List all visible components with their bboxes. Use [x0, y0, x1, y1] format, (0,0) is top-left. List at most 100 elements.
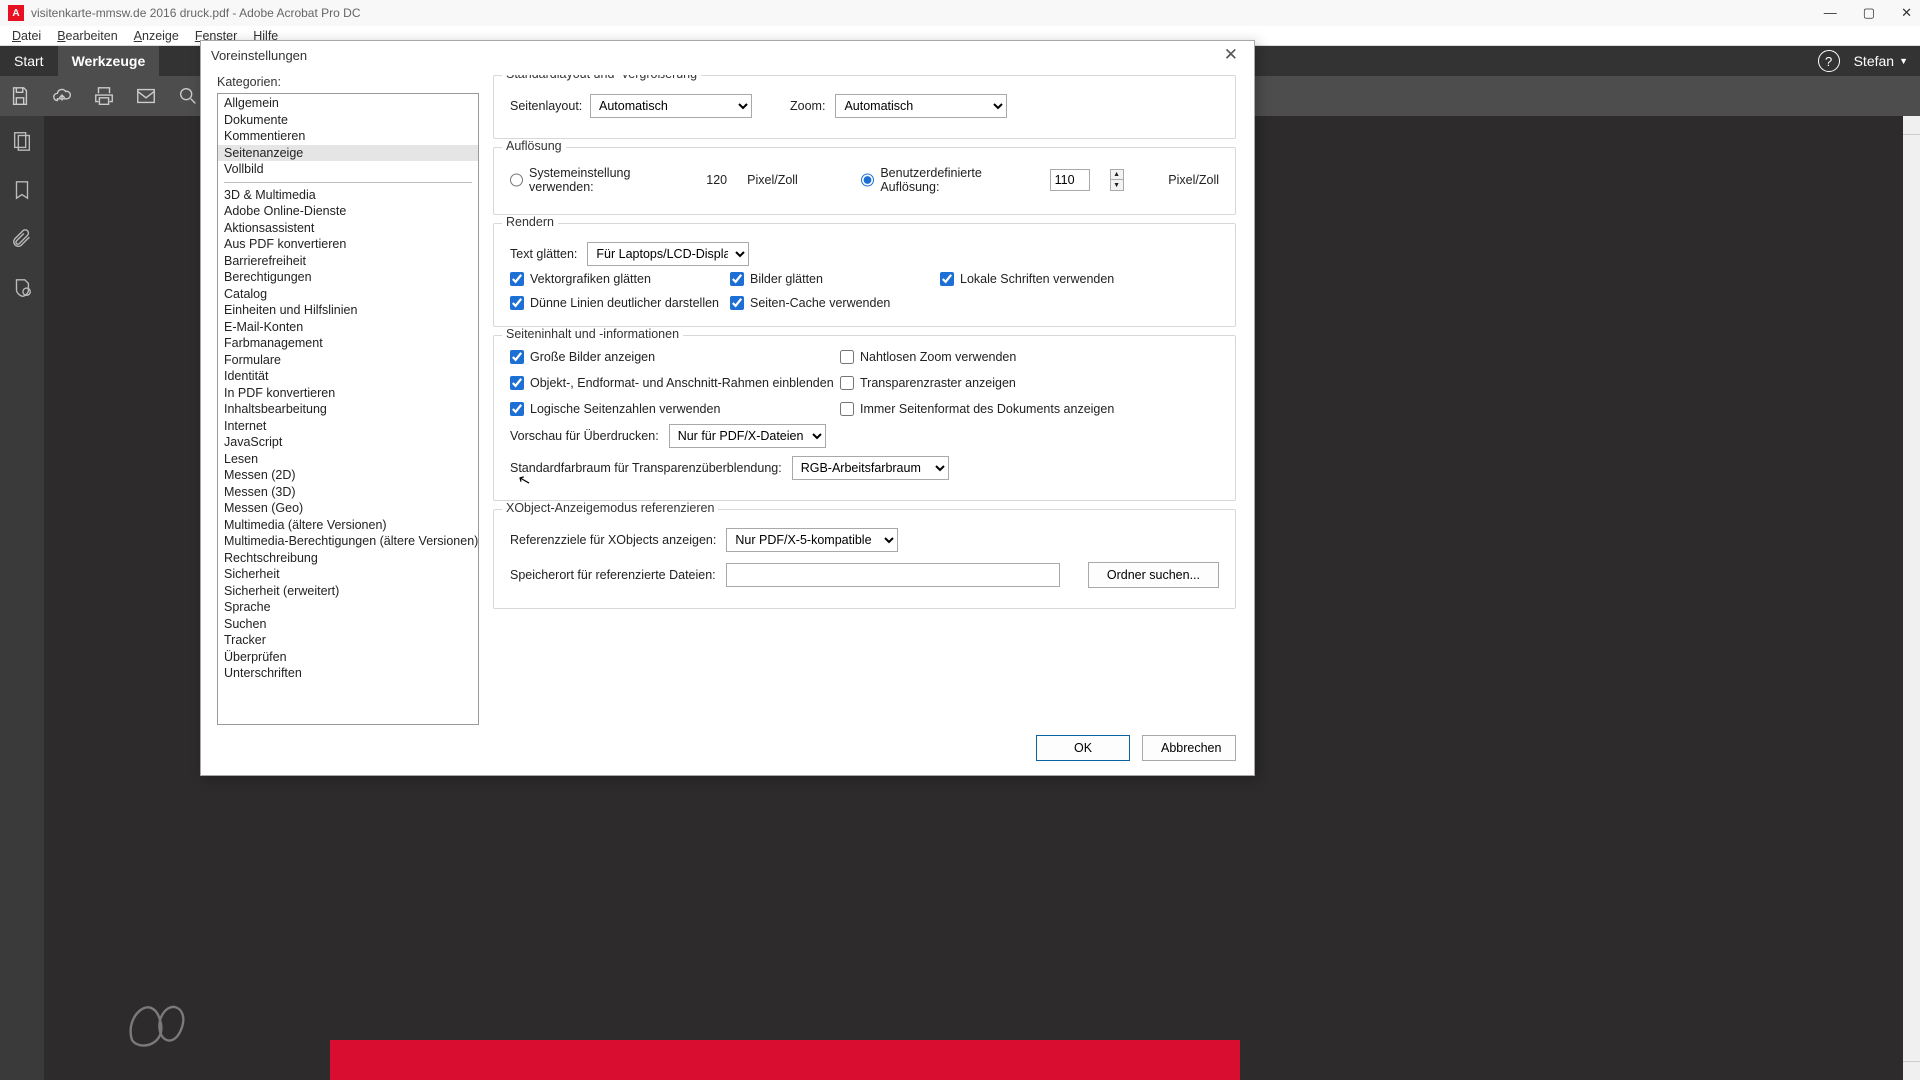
- category-item[interactable]: Adobe Online-Dienste: [218, 203, 478, 220]
- check-pagecache[interactable]: Seiten-Cache verwenden: [730, 296, 940, 310]
- category-item[interactable]: Einheiten und Hilfslinien: [218, 302, 478, 319]
- check-logicalpages[interactable]: Logische Seitenzahlen verwenden: [510, 402, 840, 416]
- custom-resolution-unit: Pixel/Zoll: [1168, 173, 1219, 187]
- radio-system-label: Systemeinstellung verwenden:: [529, 166, 658, 194]
- check-alwaysformat[interactable]: Immer Seitenformat des Dokuments anzeige…: [840, 402, 1219, 416]
- mail-icon[interactable]: [134, 84, 158, 108]
- vertical-scrollbar[interactable]: [1903, 116, 1920, 1080]
- category-item[interactable]: Sprache: [218, 599, 478, 616]
- xobject-ref-combo[interactable]: Nur PDF/X-5-kompatible: [726, 528, 898, 552]
- save-icon[interactable]: [8, 84, 32, 108]
- category-item[interactable]: Seitenanzeige: [218, 145, 478, 162]
- category-item[interactable]: Überprüfen: [218, 649, 478, 666]
- category-item[interactable]: JavaScript: [218, 434, 478, 451]
- radio-system-resolution[interactable]: Systemeinstellung verwenden:: [510, 166, 658, 194]
- cloud-icon[interactable]: [50, 84, 74, 108]
- category-item[interactable]: Aktionsassistent: [218, 220, 478, 237]
- category-item[interactable]: Dokumente: [218, 112, 478, 129]
- signatures-icon[interactable]: [11, 277, 33, 304]
- overprint-combo[interactable]: Nur für PDF/X-Dateien: [669, 424, 826, 448]
- category-item[interactable]: In PDF konvertieren: [218, 385, 478, 402]
- overprint-label: Vorschau für Überdrucken:: [510, 429, 659, 443]
- resolution-spinner[interactable]: ▲▼: [1110, 169, 1124, 191]
- dialog-footer: OK Abbrechen: [201, 725, 1254, 775]
- category-item[interactable]: Berechtigungen: [218, 269, 478, 286]
- page-layout-combo[interactable]: Automatisch: [590, 94, 752, 118]
- category-item[interactable]: Formulare: [218, 352, 478, 369]
- xobject-path-label: Speicherort für referenzierte Dateien:: [510, 568, 716, 582]
- zoom-combo[interactable]: Automatisch: [835, 94, 1007, 118]
- category-item[interactable]: Sicherheit (erweitert): [218, 583, 478, 600]
- category-item[interactable]: Barrierefreiheit: [218, 253, 478, 270]
- page-layout-label: Seitenlayout:: [510, 99, 580, 113]
- category-item[interactable]: Allgemein: [218, 95, 478, 112]
- help-icon[interactable]: ?: [1818, 50, 1840, 72]
- check-boxes[interactable]: Objekt-, Endformat- und Anschnitt-Rahmen…: [510, 376, 840, 390]
- cancel-button[interactable]: Abbrechen: [1142, 735, 1236, 761]
- menu-anzeige[interactable]: Anzeige: [126, 29, 187, 43]
- smooth-text-combo[interactable]: Für Laptops/LCD-Displays: [587, 242, 749, 266]
- category-item[interactable]: Catalog: [218, 286, 478, 303]
- category-item[interactable]: Inhaltsbearbeitung: [218, 401, 478, 418]
- attachment-icon[interactable]: [11, 228, 33, 255]
- category-item[interactable]: Unterschriften: [218, 665, 478, 682]
- radio-custom-resolution[interactable]: Benutzerdefinierte Auflösung:: [861, 166, 1005, 194]
- check-seamlesszoom[interactable]: Nahtlosen Zoom verwenden: [840, 350, 1219, 364]
- browse-folder-button[interactable]: Ordner suchen...: [1088, 562, 1219, 588]
- group-layout-title: Standardlayout und -vergrößerung: [502, 75, 701, 81]
- group-resolution: Auflösung Systemeinstellung verwenden: 1…: [493, 147, 1236, 215]
- group-xobject-title: XObject-Anzeigemodus referenzieren: [502, 501, 718, 515]
- check-localfonts[interactable]: Lokale Schriften verwenden: [940, 272, 1219, 286]
- pages-icon[interactable]: [11, 130, 33, 157]
- check-largeimg[interactable]: Große Bilder anzeigen: [510, 350, 840, 364]
- chevron-down-icon: ▼: [1899, 56, 1908, 66]
- category-item[interactable]: Sicherheit: [218, 566, 478, 583]
- tab-start[interactable]: Start: [0, 46, 58, 76]
- menu-bearbeiten[interactable]: Bearbeiten: [49, 29, 125, 43]
- category-item[interactable]: Suchen: [218, 616, 478, 633]
- ok-button[interactable]: OK: [1036, 735, 1130, 761]
- category-item[interactable]: 3D & Multimedia: [218, 187, 478, 204]
- check-vector[interactable]: Vektorgrafiken glätten: [510, 272, 730, 286]
- category-item[interactable]: Vollbild: [218, 161, 478, 178]
- blendspace-label: Standardfarbraum für Transparenzüberblen…: [510, 461, 782, 475]
- dialog-close-icon[interactable]: ✕: [1218, 43, 1244, 67]
- blendspace-combo[interactable]: RGB-Arbeitsfarbraum: [792, 456, 949, 480]
- check-thinlines[interactable]: Dünne Linien deutlicher darstellen: [510, 296, 730, 310]
- menu-datei[interactable]: Datei: [4, 29, 49, 43]
- smooth-text-label: Text glätten:: [510, 247, 577, 261]
- category-item[interactable]: Rechtschreibung: [218, 550, 478, 567]
- bookmark-icon[interactable]: [11, 179, 33, 206]
- radio-custom-label: Benutzerdefinierte Auflösung:: [880, 166, 1005, 194]
- category-item[interactable]: Identität: [218, 368, 478, 385]
- category-item[interactable]: Messen (2D): [218, 467, 478, 484]
- category-item[interactable]: Tracker: [218, 632, 478, 649]
- category-item[interactable]: Lesen: [218, 451, 478, 468]
- xobject-path-input[interactable]: [726, 563, 1060, 587]
- check-transgrid[interactable]: Transparenzraster anzeigen: [840, 376, 1219, 390]
- zoom-label: Zoom:: [790, 99, 825, 113]
- print-icon[interactable]: [92, 84, 116, 108]
- category-item[interactable]: Messen (Geo): [218, 500, 478, 517]
- check-images[interactable]: Bilder glätten: [730, 272, 940, 286]
- minimize-icon[interactable]: —: [1824, 5, 1837, 21]
- system-resolution-value: 120: [706, 173, 727, 187]
- category-item[interactable]: Farbmanagement: [218, 335, 478, 352]
- custom-resolution-input[interactable]: [1050, 169, 1090, 191]
- category-item[interactable]: Internet: [218, 418, 478, 435]
- close-icon[interactable]: ✕: [1901, 5, 1912, 21]
- app-icon: A: [8, 5, 24, 21]
- category-item[interactable]: Multimedia (ältere Versionen): [218, 517, 478, 534]
- category-item[interactable]: Messen (3D): [218, 484, 478, 501]
- category-item[interactable]: Multimedia-Berechtigungen (ältere Versio…: [218, 533, 478, 550]
- maximize-icon[interactable]: ▢: [1863, 5, 1875, 21]
- xobject-ref-label: Referenzziele für XObjects anzeigen:: [510, 533, 716, 547]
- category-item[interactable]: Kommentieren: [218, 128, 478, 145]
- category-item[interactable]: Aus PDF konvertieren: [218, 236, 478, 253]
- tab-werkzeuge[interactable]: Werkzeuge: [58, 46, 160, 76]
- search-icon[interactable]: [176, 84, 200, 108]
- category-item[interactable]: E-Mail-Konten: [218, 319, 478, 336]
- categories-list[interactable]: AllgemeinDokumenteKommentierenSeitenanze…: [217, 93, 479, 725]
- dialog-header: Voreinstellungen ✕: [201, 41, 1254, 69]
- user-menu[interactable]: Stefan▼: [1854, 53, 1908, 69]
